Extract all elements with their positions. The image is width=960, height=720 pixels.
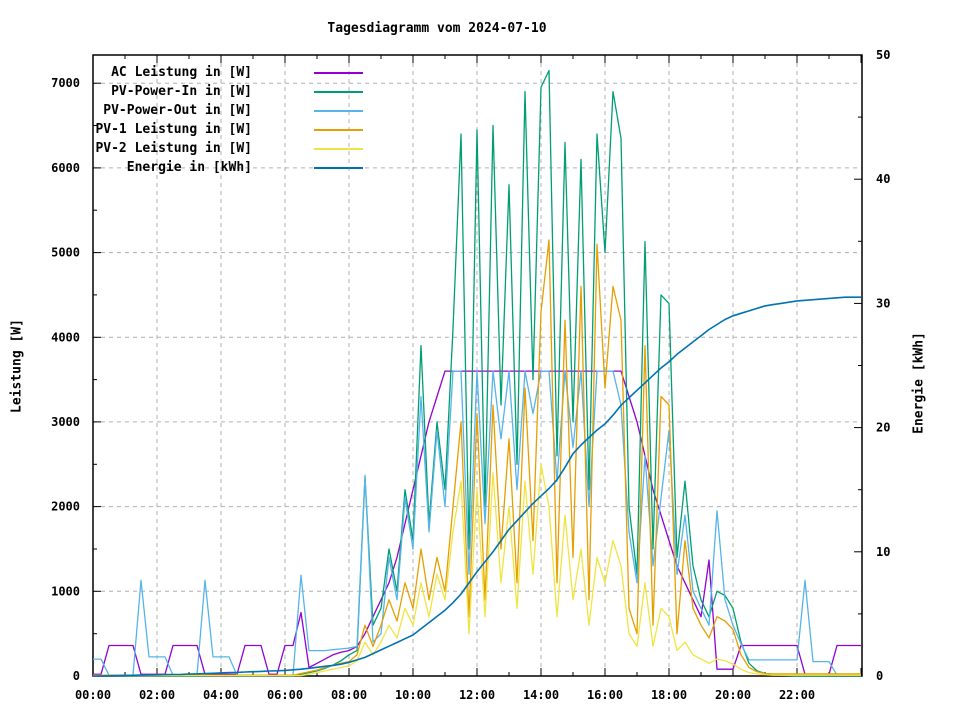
legend-row-energie: Energie in [kWh] [90,158,363,177]
x-tick-label: 04:00 [203,688,239,702]
x-tick-label: 18:00 [651,688,687,702]
x-tick-label: 10:00 [395,688,431,702]
x-tick-label: 00:00 [75,688,111,702]
x-tick-label: 16:00 [587,688,623,702]
y-tick-label: 4000 [51,330,80,344]
y2-tick-label: 30 [876,296,890,310]
y-tick-label: 2000 [51,500,80,514]
x-tick-label: 14:00 [523,688,559,702]
x-tick-label: 20:00 [715,688,751,702]
y-axis-label: Leistung [W] [10,319,25,413]
y2-tick-label: 40 [876,172,890,186]
y2-tick-label: 50 [876,48,890,62]
legend-row-pv2-leistung: PV-2 Leistung in [W] [90,139,363,158]
legend-line-sample-pv1-leistung [314,129,363,131]
y2-axis-label: Energie [kWh] [912,332,927,434]
legend-line-sample-ac-leistung [314,72,363,74]
legend-label-pv1-leistung: PV-1 Leistung in [W] [90,122,252,137]
legend-label-pv-power-out: PV-Power-Out in [W] [90,103,252,118]
y-tick-label: 5000 [51,246,80,260]
y-tick-label: 1000 [51,584,80,598]
legend-row-pv-power-in: PV-Power-In in [W] [90,82,363,101]
y-tick-label: 0 [73,669,80,683]
legend-label-energie: Energie in [kWh] [90,160,252,175]
legend: AC Leistung in [W] PV-Power-In in [W] PV-P… [90,63,363,177]
legend-line-sample-pv2-leistung [314,148,363,150]
legend-label-pv2-leistung: PV-2 Leistung in [W] [90,141,252,156]
legend-row-pv-power-out: PV-Power-Out in [W] [90,101,363,120]
legend-line-sample-pv-power-out [314,110,363,112]
legend-label-ac-leistung: AC Leistung in [W] [90,65,252,80]
x-tick-label: 08:00 [331,688,367,702]
y-tick-label: 7000 [51,76,80,90]
y-tick-label: 6000 [51,161,80,175]
x-tick-label: 12:00 [459,688,495,702]
y2-tick-label: 0 [876,669,883,683]
legend-row-pv1-leistung: PV-1 Leistung in [W] [90,120,363,139]
x-tick-label: 02:00 [139,688,175,702]
legend-row-ac-leistung: AC Leistung in [W] [90,63,363,82]
y-tick-label: 3000 [51,415,80,429]
x-tick-label: 22:00 [779,688,815,702]
y2-tick-label: 20 [876,421,890,435]
x-tick-label: 06:00 [267,688,303,702]
legend-line-sample-pv-power-in [314,91,363,93]
y2-tick-label: 10 [876,545,890,559]
legend-label-pv-power-in: PV-Power-In in [W] [90,84,252,99]
legend-line-sample-energie [314,167,363,169]
chart-title: Tagesdiagramm vom 2024-07-10 [93,21,781,36]
